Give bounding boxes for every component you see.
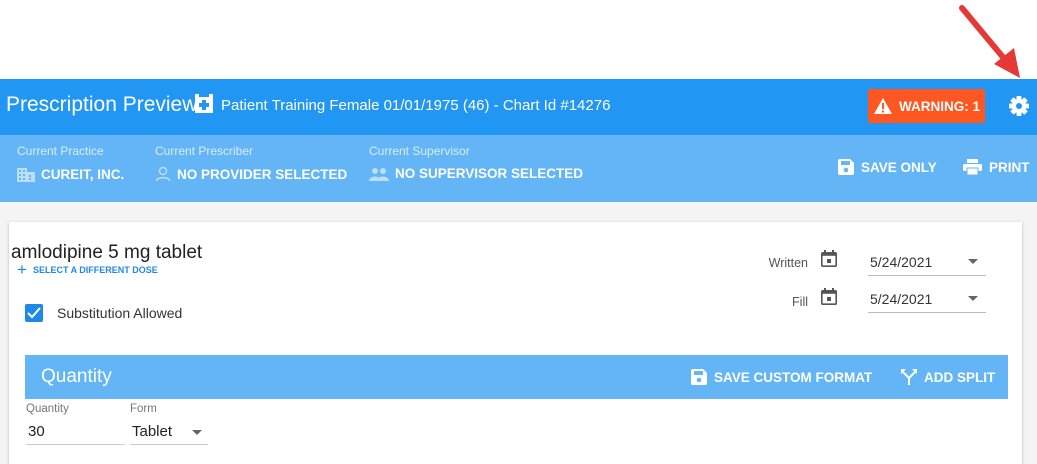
current-practice-value: CUREIT, INC. [41,166,125,182]
current-prescriber[interactable]: Current Prescriber NO PROVIDER SELECTED [155,144,347,182]
warning-button[interactable]: WARNING: 1 [868,89,985,123]
check-icon [27,307,41,319]
save-only-button[interactable]: SAVE ONLY [838,159,937,175]
save-custom-format-label: SAVE CUSTOM FORMAT [714,369,873,385]
building-icon [17,168,35,182]
fill-date-field[interactable]: 5/24/2021 [868,285,986,313]
calendar-icon[interactable] [821,288,837,305]
people-icon [369,167,389,181]
chevron-down-icon [192,430,202,435]
current-supervisor[interactable]: Current Supervisor NO SUPERVISOR SELECTE… [369,144,583,181]
context-bar: Current Practice CUREIT, INC. Current Pr… [0,135,1037,202]
current-supervisor-value: NO SUPERVISOR SELECTED [395,166,584,181]
add-split-label: ADD SPLIT [924,369,996,385]
split-icon [901,369,917,385]
page-title: Prescription Preview: [6,93,204,116]
prescription-preview-page: Prescription Preview: Patient Training F… [0,0,1037,464]
title-bar: Prescription Preview: Patient Training F… [0,79,1037,135]
calendar-icon[interactable] [821,250,837,267]
substitution-checkbox[interactable] [25,304,43,322]
person-icon [155,166,171,182]
select-different-dose-label: SELECT A DIFFERENT DOSE [32,265,158,275]
print-button[interactable]: PRINT [963,159,1030,175]
written-date-value: 5/24/2021 [870,254,933,270]
select-different-dose-link[interactable]: + SELECT A DIFFERENT DOSE [17,260,158,279]
current-practice-label: Current Practice [17,144,104,158]
form-select[interactable]: Tablet [130,420,208,445]
add-split-button[interactable]: ADD SPLIT [901,369,995,385]
substitution-label: Substitution Allowed [57,305,183,321]
red-arrow-annotation [959,5,1020,78]
quantity-label: Quantity [26,403,69,415]
current-practice[interactable]: Current Practice CUREIT, INC. [17,144,124,182]
save-custom-format-button[interactable]: SAVE CUSTOM FORMAT [691,369,872,385]
current-supervisor-label: Current Supervisor [369,144,470,158]
save-icon [691,369,707,385]
quantity-value: 30 [28,423,45,440]
print-label: PRINT [989,159,1030,175]
prescription-card: amlodipine 5 mg tablet + SELECT A DIFFER… [9,222,1022,464]
written-date-field[interactable]: 5/24/2021 [868,248,986,276]
printer-icon [963,159,982,175]
patient-info: Patient Training Female 01/01/1975 (46) … [221,97,611,114]
top-blank-area [0,0,1037,79]
chevron-down-icon [968,259,978,264]
drug-name: amlodipine 5 mg tablet [11,242,203,263]
quantity-input[interactable]: 30 [26,420,125,445]
form-value: Tablet [132,423,173,440]
written-label: Written [768,256,808,270]
pharmacy-cross-icon [195,94,213,113]
save-only-label: SAVE ONLY [861,159,937,175]
warning-icon [874,98,892,114]
chevron-down-icon [968,296,978,301]
quantity-section-header: Quantity SAVE CUSTOM FORMAT ADD SPLIT [25,355,1008,399]
save-icon [838,159,854,175]
content-area: amlodipine 5 mg tablet + SELECT A DIFFER… [0,202,1037,464]
fill-date-value: 5/24/2021 [870,291,933,307]
current-prescriber-value: NO PROVIDER SELECTED [177,166,348,182]
fill-label: Fill [792,295,808,309]
plus-icon: + [17,260,27,279]
warning-label: WARNING: 1 [899,98,980,114]
substitution-allowed[interactable]: Substitution Allowed [25,304,182,322]
quantity-title: Quantity [41,366,112,387]
current-prescriber-label: Current Prescriber [155,144,254,158]
gear-icon[interactable] [1005,92,1033,120]
form-label: Form [130,403,157,415]
